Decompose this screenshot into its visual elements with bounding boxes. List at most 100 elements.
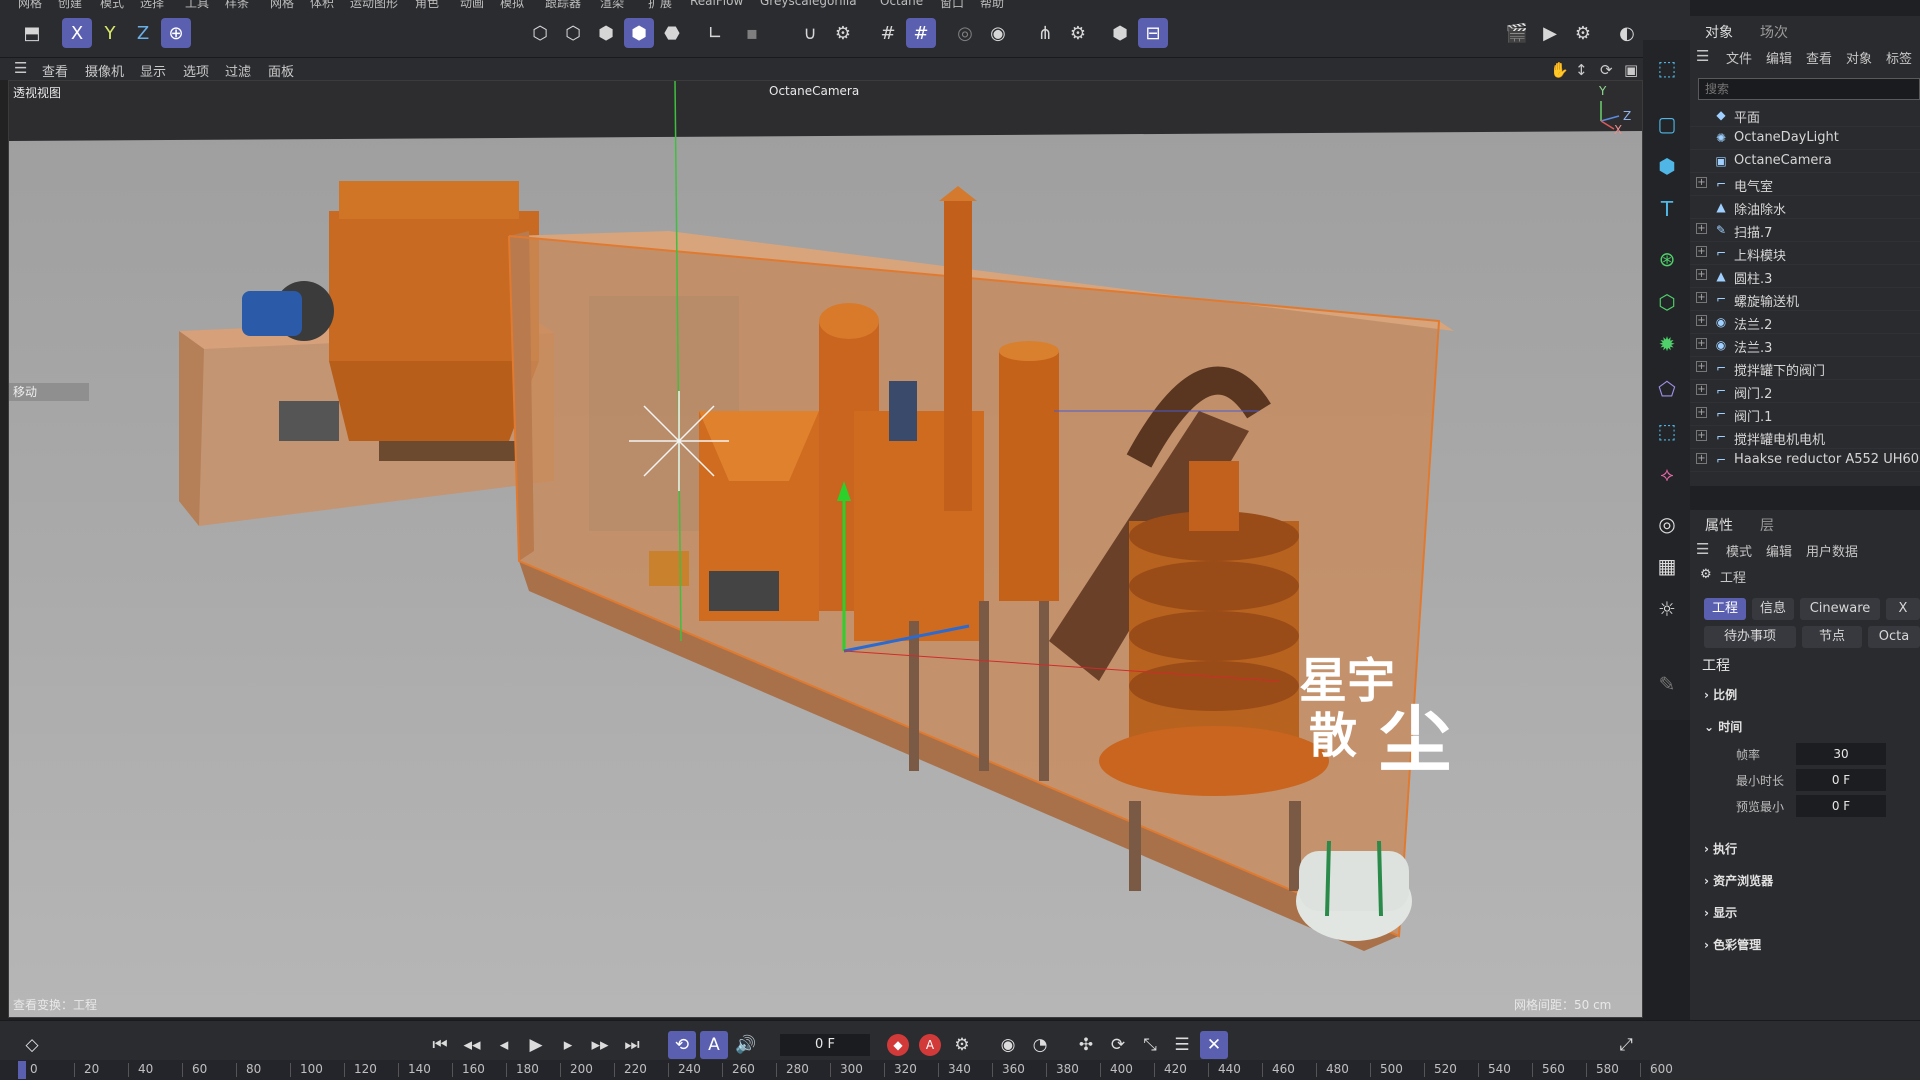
symmetry-icon[interactable]: ⋔: [1030, 18, 1060, 48]
menu-item[interactable]: 跟踪器: [545, 0, 581, 10]
object-row[interactable]: + ⌐ 上料模块: [1690, 242, 1920, 265]
render-region-icon[interactable]: ◎: [950, 18, 980, 48]
key-param-icon[interactable]: ☰: [1168, 1031, 1196, 1059]
timeline-expand-icon[interactable]: ⤢: [1612, 1031, 1640, 1059]
expand-icon[interactable]: +: [1696, 315, 1707, 326]
expand-icon[interactable]: +: [1696, 269, 1707, 280]
render-picture-viewer-icon[interactable]: ▶: [1535, 18, 1565, 48]
menu-item[interactable]: 渲染: [600, 0, 624, 10]
tab-takes[interactable]: 场次: [1760, 22, 1788, 42]
perspective-viewport[interactable]: 透视视图 OctaneCamera Y Z X 移动 查看变换：工程 网格间距：…: [8, 80, 1643, 1018]
axis-z-toggle[interactable]: Z: [128, 18, 158, 48]
octane-live-icon[interactable]: ⊟: [1138, 18, 1168, 48]
om-menu-view[interactable]: 查看: [1806, 48, 1832, 67]
expand-icon[interactable]: +: [1696, 430, 1707, 441]
om-menu-edit[interactable]: 编辑: [1766, 48, 1792, 67]
group-color-management[interactable]: › 色彩管理: [1704, 936, 1761, 953]
playhead[interactable]: [18, 1061, 26, 1079]
expand-icon[interactable]: +: [1696, 384, 1707, 395]
object-row[interactable]: + ◉ 法兰.2: [1690, 311, 1920, 334]
key-position-icon[interactable]: ✣: [1072, 1031, 1100, 1059]
am-hamburger-icon[interactable]: ☰: [1696, 540, 1709, 558]
grid-icon[interactable]: #: [873, 18, 903, 48]
menu-item[interactable]: 体积: [310, 0, 334, 10]
frame-ruler[interactable]: 0 20 40 60 80 100 120 140 160 180 200 220 240 260 280 3…: [0, 1060, 1673, 1080]
object-row[interactable]: + ⌐ 阀门.1: [1690, 403, 1920, 426]
loop-icon[interactable]: ⟲: [668, 1031, 696, 1059]
attr-tab-info[interactable]: 信息: [1752, 598, 1794, 620]
object-row[interactable]: + ⌐ 搅拌罐电机电机: [1690, 426, 1920, 449]
keyframe-icon[interactable]: ◇: [18, 1031, 46, 1059]
fps-mode-icon[interactable]: A: [700, 1031, 728, 1059]
om-menu-file[interactable]: 文件: [1726, 48, 1752, 67]
expand-icon[interactable]: +: [1696, 338, 1707, 349]
field-icon[interactable]: ⬠: [1653, 375, 1681, 403]
om-hamburger-icon[interactable]: ☰: [1696, 47, 1709, 65]
attr-tab-octane[interactable]: Octa: [1868, 626, 1920, 648]
object-row[interactable]: + ⌐ 电气室: [1690, 173, 1920, 196]
attr-tab-more[interactable]: X: [1886, 598, 1920, 620]
record-icon[interactable]: ◆: [887, 1034, 909, 1056]
edges-mode-icon[interactable]: ⬡: [558, 18, 588, 48]
expand-icon[interactable]: +: [1696, 453, 1707, 464]
prev-frame-icon[interactable]: ◂: [490, 1031, 518, 1059]
menu-item[interactable]: 扩展: [648, 0, 672, 10]
expand-icon[interactable]: +: [1696, 177, 1707, 188]
menu-item[interactable]: 网格: [270, 0, 294, 10]
group-asset-browser[interactable]: › 资产浏览器: [1704, 872, 1773, 889]
object-row[interactable]: + ⌐ Haakse reductor A552 UH60: [1690, 449, 1920, 472]
object-row[interactable]: + ⌐ 搅拌罐下的阀门: [1690, 357, 1920, 380]
object-row[interactable]: + ⌐ 阀门.2: [1690, 380, 1920, 403]
object-row[interactable]: + ◉ 法兰.3: [1690, 334, 1920, 357]
model-mode-icon[interactable]: ⬢: [624, 18, 654, 48]
object-row[interactable]: + ▲ 圆柱.3: [1690, 265, 1920, 288]
attr-tab-nodes[interactable]: 节点: [1802, 626, 1862, 648]
menu-item[interactable]: 窗口: [940, 0, 964, 10]
solo-icon[interactable]: ▪: [737, 18, 767, 48]
motion-record-icon[interactable]: ◉: [994, 1031, 1022, 1059]
attr-tab-project[interactable]: 工程: [1704, 598, 1746, 620]
camera-object-icon[interactable]: ⬚: [1653, 417, 1681, 445]
modeling-settings-icon[interactable]: ⚙: [1063, 18, 1093, 48]
polygons-mode-icon[interactable]: ⬢: [591, 18, 621, 48]
attr-tab-todo[interactable]: 待办事项: [1704, 626, 1796, 648]
object-row[interactable]: ◆ 平面: [1690, 104, 1920, 127]
camera-icon[interactable]: ▦: [1653, 552, 1681, 580]
dolly-icon[interactable]: ↕: [1575, 61, 1588, 79]
next-frame-icon[interactable]: ▸: [554, 1031, 582, 1059]
expand-icon[interactable]: +: [1696, 246, 1707, 257]
tab-attributes[interactable]: 属性: [1705, 515, 1733, 535]
prev-key-icon[interactable]: ◂◂: [458, 1031, 486, 1059]
mograph-icon[interactable]: ⬡: [1653, 288, 1681, 316]
cube-primitive-icon[interactable]: ▢: [1653, 110, 1681, 138]
snap-settings-icon[interactable]: ⚙: [828, 18, 858, 48]
axis-y-toggle[interactable]: Y: [95, 18, 125, 48]
go-to-end-icon[interactable]: ⏭: [618, 1031, 646, 1059]
layout-icon[interactable]: ◐: [1612, 18, 1642, 48]
menu-item[interactable]: 动画: [460, 0, 484, 10]
menu-item[interactable]: 样条: [225, 0, 249, 10]
edit-render-settings-icon[interactable]: ⚙: [1568, 18, 1598, 48]
expand-icon[interactable]: +: [1696, 361, 1707, 372]
select-tool-icon[interactable]: ⬚: [1653, 54, 1681, 82]
object-row[interactable]: ▣ OctaneCamera: [1690, 150, 1920, 173]
vp-menu-options[interactable]: 选项: [183, 61, 209, 80]
tab-objects[interactable]: 对象: [1705, 22, 1733, 42]
vp-menu-view[interactable]: 查看: [42, 61, 68, 80]
cube-icon[interactable]: ⬢: [1653, 152, 1681, 180]
render-view-icon[interactable]: 🎬: [1502, 18, 1532, 48]
menu-item[interactable]: 工具: [185, 0, 209, 10]
object-row[interactable]: ✺ OctaneDayLight: [1690, 127, 1920, 150]
workplane-icon[interactable]: ∟: [700, 18, 730, 48]
tab-layers[interactable]: 层: [1760, 515, 1774, 535]
am-menu-userdata[interactable]: 用户数据: [1806, 541, 1858, 560]
menu-item[interactable]: RealFlow: [690, 0, 743, 8]
magnet-icon[interactable]: ∪: [795, 18, 825, 48]
keyframe-settings-icon[interactable]: ⚙: [948, 1031, 976, 1059]
snap-grid-icon[interactable]: #: [906, 18, 936, 48]
vp-menu-camera[interactable]: 摄像机: [85, 61, 124, 80]
pan-icon[interactable]: ✋: [1550, 61, 1569, 79]
expand-icon[interactable]: +: [1696, 223, 1707, 234]
uv-mode-icon[interactable]: ⬣: [657, 18, 687, 48]
key-pla-icon[interactable]: ✕: [1200, 1031, 1228, 1059]
